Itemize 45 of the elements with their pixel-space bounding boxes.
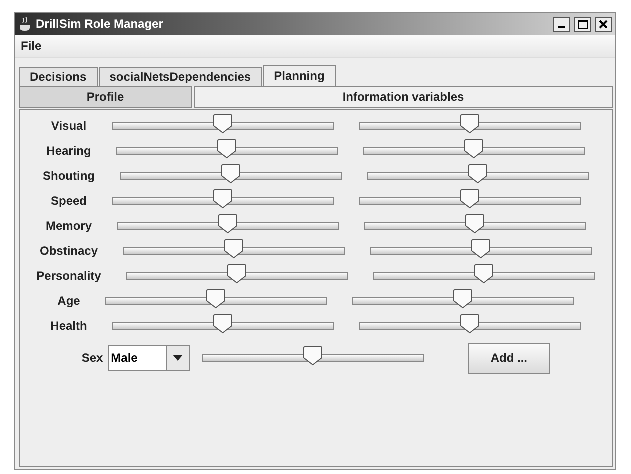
tab[interactable]: Profile [19, 86, 192, 108]
field-label: Memory [46, 219, 92, 233]
slider-thumb[interactable] [213, 189, 233, 209]
maximize-button[interactable] [574, 16, 591, 32]
tab[interactable]: Decisions [19, 67, 98, 86]
field-label: Personality [36, 269, 102, 283]
tab[interactable]: Information variables [194, 86, 613, 108]
field-label: Obstinacy [40, 244, 98, 258]
field-label: Sex [82, 351, 104, 365]
window-title: DrillSim Role Manager [36, 17, 164, 31]
slider-thumb[interactable] [460, 189, 480, 209]
coffee-cup-icon [18, 16, 32, 32]
slider-thumb[interactable] [206, 289, 226, 309]
add-button[interactable]: Add ... [468, 342, 550, 374]
caret-icon [173, 355, 184, 361]
field-label: Visual [51, 119, 87, 133]
field-label: Shouting [43, 169, 95, 183]
close-icon [599, 20, 608, 28]
tab[interactable]: socialNetsDependencies [98, 67, 262, 86]
slider-thumb[interactable] [224, 239, 244, 259]
slider-thumb[interactable] [220, 164, 241, 184]
field-label: Health [50, 319, 88, 333]
minimize-button[interactable] [553, 16, 570, 32]
slider-thumb[interactable] [471, 239, 492, 259]
maximize-icon [578, 20, 588, 28]
sex-dropdown[interactable]: Male [108, 345, 190, 371]
slider-thumb[interactable] [303, 346, 324, 366]
slider-thumb[interactable] [460, 314, 480, 334]
slider-thumb[interactable] [212, 114, 233, 134]
slider-thumb[interactable] [227, 264, 248, 284]
slider-thumb[interactable] [464, 139, 484, 159]
field-label: Speed [50, 194, 87, 208]
field-label: Age [58, 294, 80, 308]
slider-thumb[interactable] [474, 264, 494, 284]
slider-thumb[interactable] [453, 289, 474, 309]
slider-thumb[interactable] [460, 114, 480, 134]
close-button[interactable] [595, 16, 612, 32]
slider-thumb[interactable] [465, 214, 485, 234]
slider-thumb[interactable] [217, 139, 238, 159]
menu-item[interactable]: File [21, 39, 42, 53]
slider-thumb[interactable] [213, 314, 234, 334]
tab[interactable]: Planning [263, 65, 336, 86]
slider-thumb[interactable] [468, 164, 488, 184]
field-label: Hearing [46, 144, 92, 158]
slider-thumb[interactable] [218, 214, 238, 234]
